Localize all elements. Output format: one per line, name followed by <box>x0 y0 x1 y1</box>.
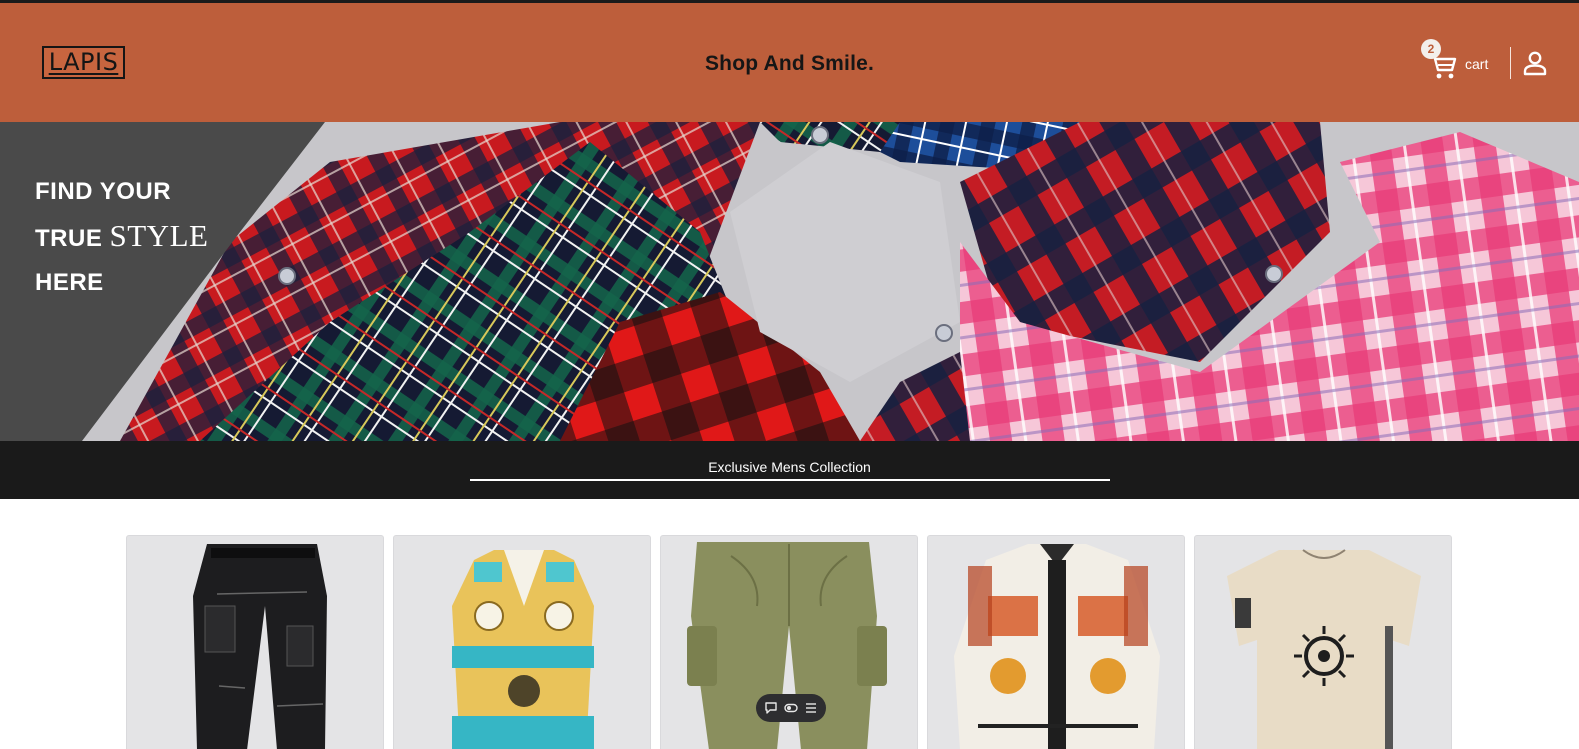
collection-title: Exclusive Mens Collection <box>708 459 871 475</box>
product-image-baroque-shirt <box>954 544 1160 749</box>
cart-count-badge: 2 <box>1421 39 1441 59</box>
tagline: Shop And Smile. <box>704 52 875 75</box>
hero-line-3: HERE <box>35 269 104 296</box>
floating-toolbar <box>756 694 826 722</box>
site-header: LAPIS Shop And Smile. 2 cart <box>0 3 1579 122</box>
collection-bar: Exclusive Mens Collection <box>0 441 1579 499</box>
hero-line-2: TRUE STYLE <box>35 214 208 261</box>
product-card[interactable] <box>1194 535 1452 749</box>
hero-line-2-prefix: TRUE <box>35 225 110 252</box>
toggle-icon[interactable] <box>784 701 798 715</box>
product-card[interactable] <box>393 535 651 749</box>
cart-button[interactable]: 2 cart <box>1421 39 1493 83</box>
comment-icon[interactable] <box>764 701 778 715</box>
collection-underline <box>470 479 1110 481</box>
hero-line-1: FIND YOUR <box>35 178 172 205</box>
menu-icon[interactable] <box>804 701 818 715</box>
user-icon[interactable] <box>1521 50 1549 78</box>
product-card[interactable] <box>126 535 384 749</box>
header-divider <box>1510 47 1511 79</box>
product-image-sun-tee <box>1227 549 1421 749</box>
product-image-baroque-robe <box>452 550 594 749</box>
hero-banner: FIND YOUR TRUE STYLE HERE <box>0 122 1579 441</box>
product-image-black-cargo-pants <box>193 544 327 749</box>
hero-style-word: STYLE <box>109 218 209 253</box>
cart-label: cart <box>1465 56 1489 72</box>
product-card[interactable] <box>927 535 1185 749</box>
hero-headline: FIND YOUR TRUE STYLE HERE <box>35 170 208 305</box>
